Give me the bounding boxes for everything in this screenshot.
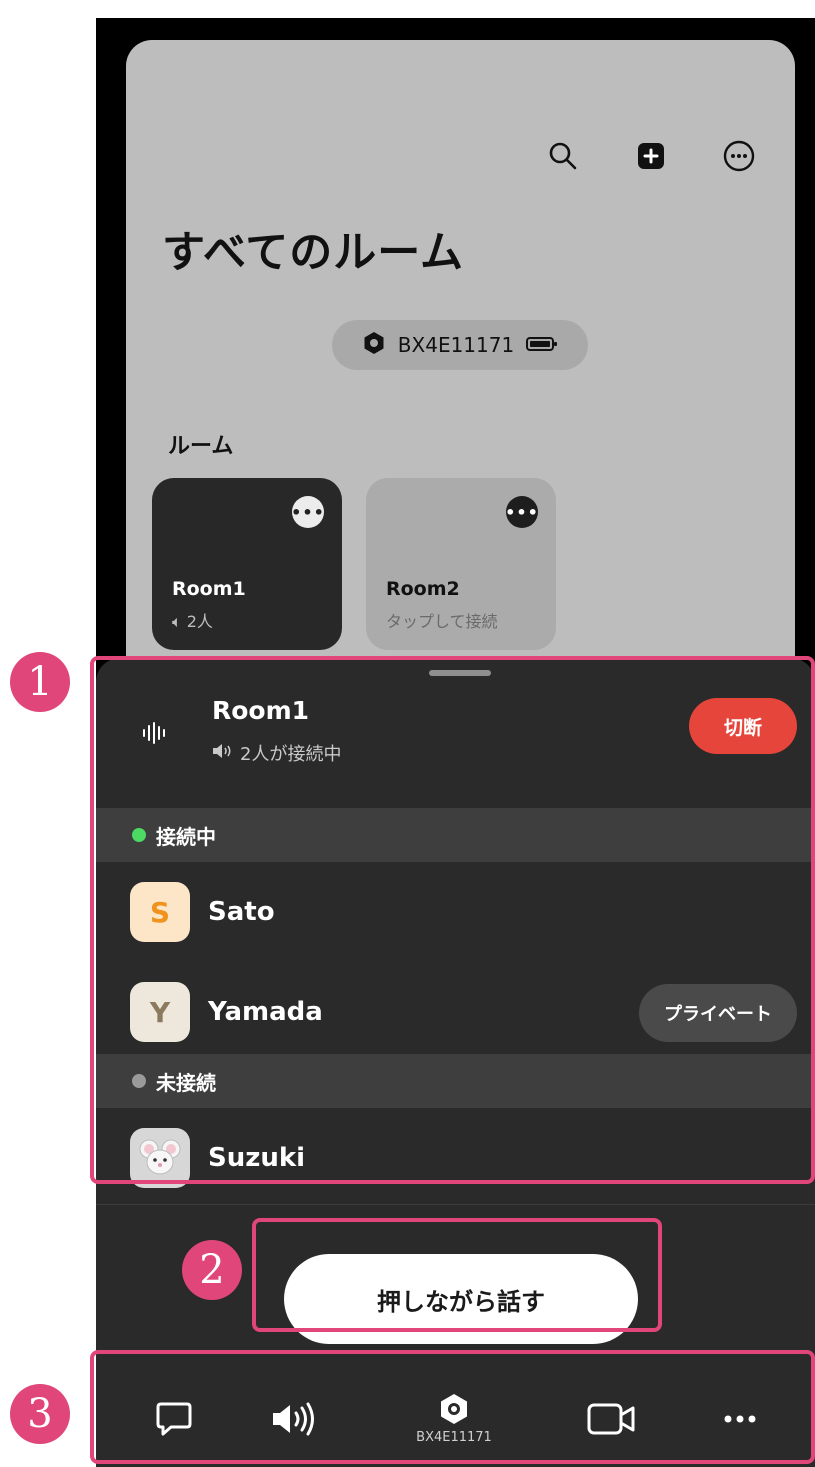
- room-tile-room1[interactable]: ••• Room1 🔈︎ 2人: [152, 478, 342, 650]
- room-list-card: すべてのルーム BX4E11171 ルーム ••• Room1 🔈︎ 2人 ••…: [126, 40, 795, 720]
- highlight-box-1: [90, 656, 815, 1184]
- room-name: Room1: [172, 578, 246, 600]
- annotation-badge-1: 1: [10, 652, 70, 712]
- add-square-icon[interactable]: [631, 136, 671, 176]
- more-circle-icon[interactable]: [719, 136, 759, 176]
- annotation-badge-3: 3: [10, 1384, 70, 1444]
- battery-icon: [526, 333, 558, 357]
- device-icon: [362, 331, 386, 360]
- room-status: 🔈︎ 2人: [172, 612, 213, 631]
- room-tile-room2[interactable]: ••• Room2 タップして接続: [366, 478, 556, 650]
- top-actions: [543, 136, 759, 176]
- room-more-icon[interactable]: •••: [505, 496, 538, 528]
- sheet-divider: [96, 1204, 815, 1205]
- room-name: Room2: [386, 578, 460, 600]
- annotation-badge-2: 2: [182, 1240, 242, 1300]
- page-title: すべてのルーム: [162, 228, 464, 278]
- room-more-icon[interactable]: •••: [291, 496, 324, 528]
- highlight-box-3: [90, 1350, 815, 1464]
- search-icon[interactable]: [543, 136, 583, 176]
- highlight-box-2: [252, 1218, 662, 1332]
- speaker-icon: 🔈︎: [172, 612, 182, 631]
- rooms-section-label: ルーム: [168, 434, 234, 459]
- device-selector[interactable]: BX4E11171: [332, 320, 588, 370]
- device-id: BX4E11171: [397, 333, 515, 357]
- room-status: タップして接続: [386, 612, 498, 631]
